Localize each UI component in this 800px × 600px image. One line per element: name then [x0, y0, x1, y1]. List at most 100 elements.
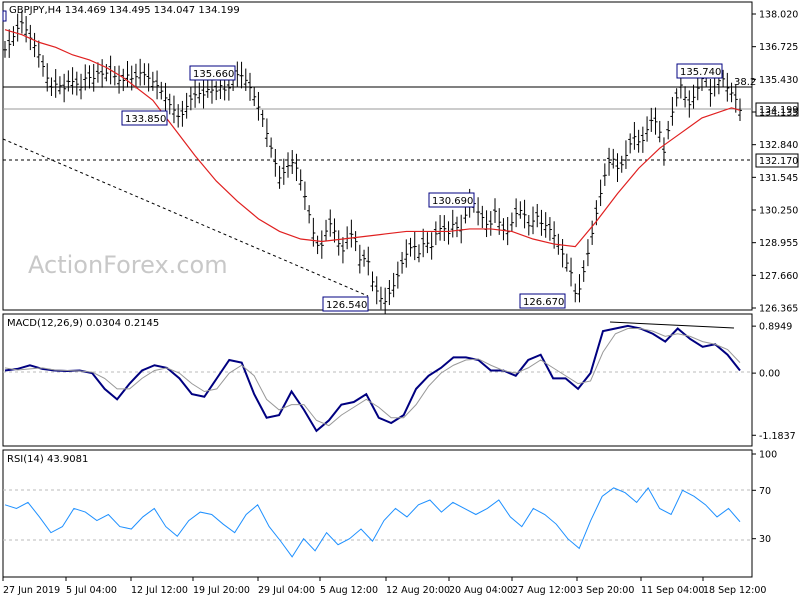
y-tick-label: 70: [759, 486, 771, 497]
price-bar: [315, 235, 320, 255]
price-bar: [438, 215, 443, 241]
macd-panel-frame: [2, 313, 753, 447]
price-bar: [408, 237, 413, 257]
callout-130690-text: 130.690: [432, 196, 473, 207]
price-bar: [488, 211, 493, 236]
rsi-y-axis: 100 70 30: [752, 450, 777, 545]
header-marker: [2, 10, 7, 22]
macd-info: MACD(12,26,9) 0.0304 0.2145: [7, 318, 159, 329]
price-bar: [501, 218, 506, 241]
x-tick-label: 11 Sep 04:00: [641, 585, 704, 596]
y-tick-label: 100: [759, 450, 777, 461]
macd-y-axis: 0.8949 0.00 -1.1837: [752, 322, 796, 442]
price-bar: [729, 82, 734, 103]
x-tick-label: 3 Sep 20:00: [577, 585, 634, 596]
price-bar: [636, 129, 641, 153]
price-bar: [273, 148, 278, 177]
price-bar: [24, 16, 29, 43]
price-bar: [155, 70, 160, 100]
price-bar: [252, 86, 257, 107]
price-bar: [3, 40, 7, 58]
y-tick-label: 135.430: [759, 75, 798, 86]
price-bar: [349, 219, 354, 248]
price-bar: [307, 205, 312, 224]
price-bar: [324, 219, 329, 242]
price-bar: [264, 118, 269, 148]
price-bar: [150, 71, 155, 91]
price-bar: [167, 93, 172, 115]
price-bar: [311, 217, 316, 247]
price-bar: [577, 274, 582, 303]
price-bar: [193, 80, 198, 108]
price-bar: [117, 65, 122, 94]
price-bar: [425, 232, 430, 254]
price-bar: [281, 158, 286, 185]
support-price-label: 132.170: [759, 156, 798, 167]
price-bar: [666, 120, 671, 140]
gbpjpy-chart: ActionForex.com GBPJPY,H4 134.469 134.49…: [2, 1, 799, 596]
price-bar: [374, 276, 379, 305]
price-bar: [269, 137, 274, 158]
price-bar: [387, 280, 392, 306]
price-bar: [683, 86, 688, 108]
price-bar: [121, 68, 126, 92]
callout-126670-text: 126.670: [523, 297, 564, 308]
x-tick-label: 19 Jul 20:00: [193, 585, 250, 596]
price-bar: [125, 61, 130, 88]
macd-line: [4, 324, 741, 433]
callout-133850: 133.850: [121, 110, 168, 126]
price-bar: [446, 221, 451, 245]
price-bar: [370, 271, 375, 292]
y-tick-label: -1.1837: [759, 431, 796, 442]
x-tick-label: 20 Aug 04:00: [449, 585, 513, 596]
price-bar: [611, 148, 616, 169]
price-bar: [277, 165, 282, 189]
price-bar: [100, 59, 105, 88]
price-bar: [607, 147, 612, 176]
price-bar: [454, 216, 459, 238]
price-bar: [112, 66, 117, 86]
rsi-info: RSI(14) 43.9081: [7, 454, 88, 465]
price-bar: [176, 104, 181, 128]
price-bar: [712, 76, 717, 97]
price-bar: [421, 228, 426, 258]
price-bar: [332, 218, 337, 243]
price-bar: [531, 206, 536, 235]
x-tick-label: 5 Aug 12:00: [320, 585, 378, 596]
price-bar: [585, 239, 590, 267]
price-bar: [87, 65, 92, 89]
price-bar: [404, 239, 409, 268]
price-bar: [62, 73, 67, 103]
symbol-info: GBPJPY,H4 134.469 134.495 134.047 134.19…: [9, 5, 240, 16]
price-bar: [657, 120, 662, 143]
price-bar: [362, 249, 367, 267]
signal-line: [4, 328, 741, 427]
price-bar: [298, 169, 303, 191]
y-tick-label: 130.250: [759, 206, 798, 217]
price-bar: [197, 82, 202, 104]
x-tick-label: 12 Jul 12:00: [131, 585, 188, 596]
x-tick-label: 27 Aug 12:00: [512, 585, 576, 596]
price-bar: [526, 215, 531, 236]
callout-126540-text: 126.540: [326, 300, 367, 311]
price-bar: [159, 81, 164, 100]
y-tick-label: 127.660: [759, 271, 798, 282]
y-tick-label: 136.725: [759, 42, 798, 53]
price-bar: [412, 231, 417, 261]
y-tick-label: 134.135: [759, 108, 798, 119]
price-bar: [294, 153, 299, 182]
price-bar: [15, 13, 20, 42]
price-bar: [57, 76, 62, 95]
price-bar: [628, 133, 633, 154]
x-tick-label: 5 Jul 04:00: [66, 585, 117, 596]
y-tick-label: 30: [759, 534, 771, 545]
price-bar: [336, 230, 341, 256]
price-bar: [670, 96, 675, 126]
price-bar: [357, 244, 362, 274]
y-tick-label: 131.545: [759, 173, 798, 184]
price-bar: [188, 86, 193, 111]
callout-133850-text: 133.850: [125, 114, 166, 125]
price-bar: [649, 107, 654, 132]
price-bar: [400, 251, 405, 274]
x-tick-label: 27 Jun 2019: [3, 585, 60, 596]
